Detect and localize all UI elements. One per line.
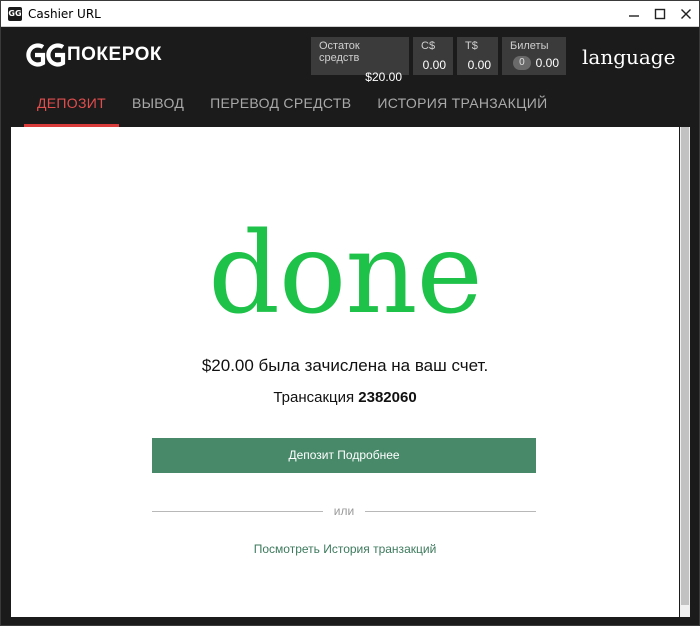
language-selector[interactable]: language	[582, 45, 675, 69]
title-bar: GG Cashier URL	[1, 1, 699, 27]
transaction-id: 2382060	[358, 389, 417, 406]
minimize-icon[interactable]	[621, 1, 647, 27]
credited-message: $20.00 была зачислена на ваш счет.	[201, 356, 489, 375]
window-controls	[621, 1, 699, 27]
vertical-scrollbar[interactable]	[680, 127, 690, 617]
or-label: или	[333, 504, 355, 518]
balance-tickets-label: Билеты	[510, 40, 549, 52]
balance-main-label: Остаток средств	[319, 40, 360, 64]
deposit-result-panel: done $20.00 была зачислена на ваш счет. …	[11, 127, 679, 617]
close-icon[interactable]	[673, 1, 699, 27]
divider-line-left	[152, 510, 323, 512]
balance-cs: C$ 0.00	[413, 37, 453, 75]
logo-text: ПОКЕРОК	[67, 44, 163, 65]
or-divider: или	[152, 503, 537, 519]
maximize-icon[interactable]	[647, 1, 673, 27]
gg-logo-icon	[24, 42, 66, 68]
cashier-tabs: ДЕПОЗИТ ВЫВОД ПЕРЕВОД СРЕДСТВ ИСТОРИЯ ТР…	[24, 92, 561, 127]
transaction-line: Трансакция 2382060	[11, 389, 679, 406]
balance-ts-label: T$	[465, 40, 478, 52]
balance-cs-value: 0.00	[422, 58, 446, 72]
tickets-row: 0 0.00	[510, 56, 559, 70]
tickets-count-badge: 0	[513, 56, 531, 70]
app-icon: GG	[8, 6, 22, 21]
tab-deposit[interactable]: ДЕПОЗИТ	[24, 92, 119, 127]
transaction-label: Трансакция	[273, 389, 355, 406]
balance-cs-label: C$	[421, 40, 436, 52]
divider-line-right	[365, 510, 537, 512]
cashier-window: GG Cashier URL ПОКЕРОК Остаток средств $…	[0, 0, 700, 626]
balance-main: Остаток средств $20.00	[311, 37, 409, 84]
balance-tickets: Билеты 0 0.00	[502, 37, 566, 75]
balance-tickets-value: 0.00	[535, 56, 559, 70]
tab-transfer[interactable]: ПЕРЕВОД СРЕДСТВ	[197, 92, 364, 126]
deposit-details-button[interactable]: Депозит Подробнее	[152, 438, 536, 473]
ggpokerok-logo: ПОКЕРОК	[24, 40, 162, 70]
balance-ts: T$ 0.00	[457, 37, 498, 75]
view-history-link[interactable]: Посмотреть История транзакций	[11, 542, 679, 556]
cashier-header: ПОКЕРОК Остаток средств $20.00 C$ 0.00 T…	[11, 28, 689, 127]
tab-withdraw[interactable]: ВЫВОД	[119, 92, 197, 126]
balance-ts-value: 0.00	[467, 58, 491, 72]
done-status-heading: done	[208, 209, 483, 339]
window-title: Cashier URL	[28, 6, 101, 21]
scrollbar-thumb[interactable]	[681, 127, 689, 605]
tab-transaction-history[interactable]: ИСТОРИЯ ТРАНЗАКЦИЙ	[364, 92, 560, 126]
balances-panel: Остаток средств $20.00 C$ 0.00 T$ 0.00 Б…	[311, 37, 566, 84]
balance-main-value: $20.00	[365, 70, 402, 84]
